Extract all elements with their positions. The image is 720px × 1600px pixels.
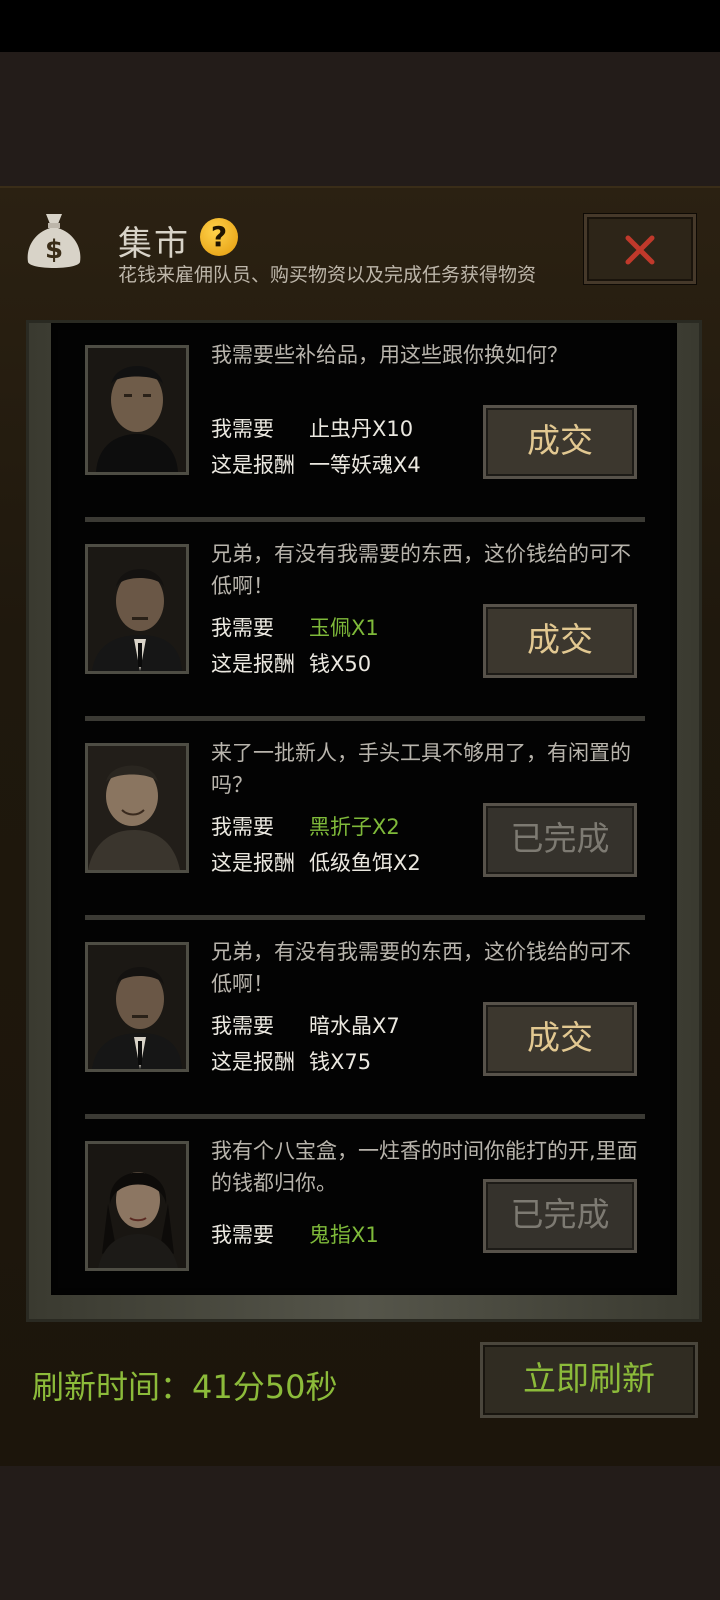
npc-portrait — [85, 942, 189, 1072]
reward-item: 钱X75 — [309, 1050, 372, 1074]
reward-item: 低级鱼饵X2 — [309, 851, 421, 875]
help-icon[interactable]: ? — [200, 218, 238, 256]
npc-dialogue: 兄弟，有没有我需要的东西，这价钱给的可不低啊！ — [211, 542, 631, 598]
npc-portrait — [85, 1141, 189, 1271]
market-panel: $ 集市 ? 花钱来雇佣队员、购买物资以及完成任务获得物资 我需要些补给品，用这… — [0, 186, 720, 1466]
trade-row: 兄弟，有没有我需要的东西，这价钱给的可不低啊！ 我需要 玉佩X1 这是报酬 钱X… — [85, 522, 645, 721]
reward-label: 这是报酬 — [211, 453, 295, 477]
page-subtitle: 花钱来雇佣队员、购买物资以及完成任务获得物资 — [118, 264, 537, 286]
need-item: 玉佩X1 — [309, 616, 379, 640]
npc-portrait — [85, 544, 189, 674]
trade-row: 兄弟，有没有我需要的东西，这价钱给的可不低啊！ 我需要 暗水晶X7 这是报酬 钱… — [85, 920, 645, 1119]
close-icon — [625, 235, 655, 265]
page-title: 集市 — [118, 224, 190, 264]
money-bag-icon: $ — [24, 210, 84, 272]
need-label: 我需要 — [211, 1223, 274, 1247]
reward-label: 这是报酬 — [211, 1050, 295, 1074]
trade-row: 我需要些补给品，用这些跟你换如何？ 我需要 止虫丹X10 这是报酬 一等妖魂X4… — [85, 323, 645, 522]
npc-dialogue: 来了一批新人，手头工具不够用了，有闲置的吗？ — [211, 741, 631, 797]
need-item: 鬼指X1 — [309, 1223, 379, 1247]
trade-button[interactable]: 成交 — [483, 604, 637, 678]
npc-dialogue: 兄弟，有没有我需要的东西，这价钱给的可不低啊！ — [211, 940, 631, 996]
trade-row: 来了一批新人，手头工具不够用了，有闲置的吗？ 我需要 黑折子X2 这是报酬 低级… — [85, 721, 645, 920]
need-label: 我需要 — [211, 417, 274, 441]
refresh-now-button[interactable]: 立即刷新 — [480, 1342, 698, 1418]
trade-row: 我有个八宝盒，一炷香的时间你能打的开,里面的钱都归你。 我需要 鬼指X1 已完成 — [85, 1119, 645, 1295]
npc-portrait — [85, 345, 189, 475]
trade-list[interactable]: 我需要些补给品，用这些跟你换如何？ 我需要 止虫丹X10 这是报酬 一等妖魂X4… — [51, 323, 677, 1295]
reward-label: 这是报酬 — [211, 851, 295, 875]
trade-list-frame: 我需要些补给品，用这些跟你换如何？ 我需要 止虫丹X10 这是报酬 一等妖魂X4… — [26, 320, 702, 1322]
close-button[interactable] — [584, 214, 696, 284]
svg-text:$: $ — [45, 235, 63, 265]
need-label: 我需要 — [211, 815, 274, 839]
reward-item: 钱X50 — [309, 652, 372, 676]
status-bar-black — [0, 0, 720, 52]
need-label: 我需要 — [211, 616, 274, 640]
bottom-bar — [0, 1466, 720, 1600]
npc-dialogue: 我需要些补给品，用这些跟你换如何？ — [211, 343, 568, 367]
trade-button[interactable]: 成交 — [483, 1002, 637, 1076]
npc-portrait — [85, 743, 189, 873]
need-item: 止虫丹X10 — [309, 417, 414, 441]
reward-label: 这是报酬 — [211, 652, 295, 676]
refresh-timer: 刷新时间：41分50秒 — [32, 1368, 338, 1406]
completed-button[interactable]: 已完成 — [483, 803, 637, 877]
need-item: 暗水晶X7 — [309, 1014, 400, 1038]
completed-button[interactable]: 已完成 — [483, 1179, 637, 1253]
reward-item: 一等妖魂X4 — [309, 453, 421, 477]
need-label: 我需要 — [211, 1014, 274, 1038]
trade-button[interactable]: 成交 — [483, 405, 637, 479]
need-item: 黑折子X2 — [309, 815, 400, 839]
